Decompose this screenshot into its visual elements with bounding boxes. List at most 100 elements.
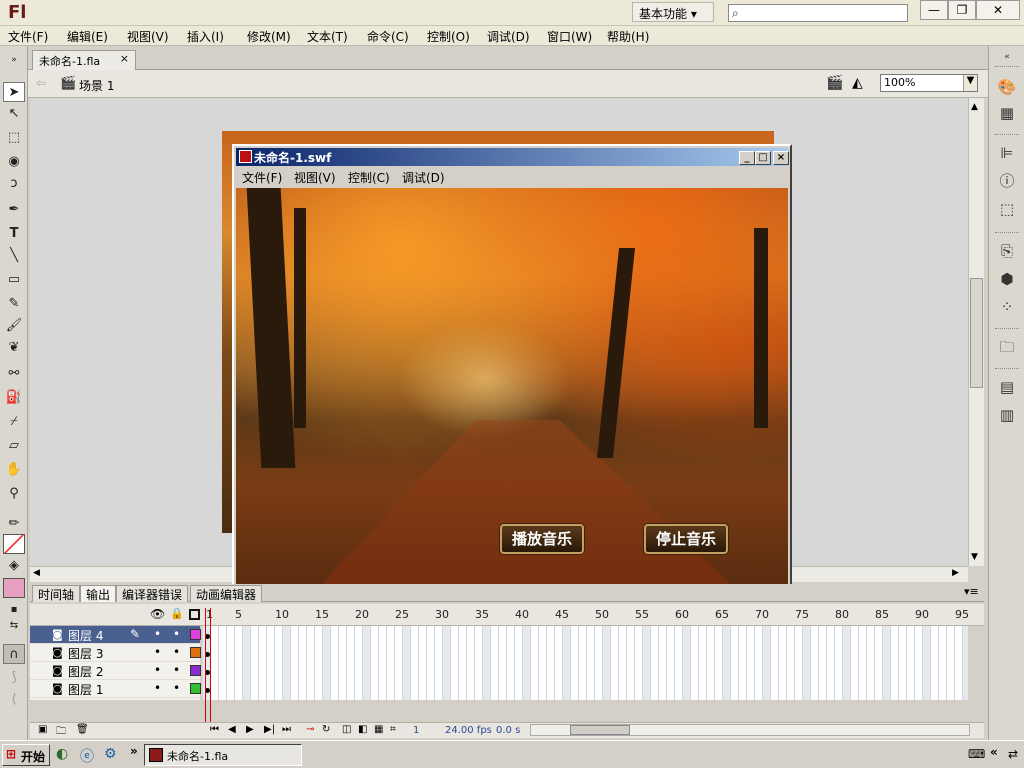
panel-grip-icon[interactable]: »	[3, 50, 25, 70]
play-icon[interactable]: ▶	[246, 724, 254, 735]
loop-icon[interactable]: ↻	[322, 724, 330, 735]
play-music-button[interactable]: 播放音乐	[500, 524, 584, 554]
taskbar-item-flash[interactable]: 未命名-1.fla	[144, 744, 302, 766]
properties-panel-icon[interactable]: ▤	[995, 376, 1019, 398]
swf-minimize-button[interactable]: _	[739, 151, 755, 165]
layer-color-swatch[interactable]	[190, 629, 201, 640]
snap-to-objects-icon[interactable]: ∩	[3, 644, 25, 664]
fill-color-swatch[interactable]	[3, 578, 25, 598]
tab-compiler-errors[interactable]: 编译器错误	[116, 585, 189, 602]
center-frame-icon[interactable]: ⊸	[306, 724, 314, 735]
swatches-panel-icon[interactable]: ▦	[995, 102, 1019, 124]
layer-color-swatch[interactable]	[190, 647, 201, 658]
menu-debug[interactable]: 调试(D)	[487, 28, 530, 45]
deco-tool-icon[interactable]: ❦	[3, 338, 25, 358]
back-arrow-icon[interactable]: ⇦	[36, 76, 46, 90]
first-frame-icon[interactable]: ⏮	[210, 724, 219, 735]
library-panel-icon[interactable]: ▥	[995, 404, 1019, 426]
menu-commands[interactable]: 命令(C)	[367, 28, 409, 45]
lock-icon[interactable]: 🔒	[170, 607, 184, 620]
visibility-dot[interactable]: •	[154, 645, 161, 659]
panel-menu-icon[interactable]: ▾≡	[964, 585, 979, 598]
stop-music-button[interactable]: 停止音乐	[644, 524, 728, 554]
close-icon[interactable]: ×	[120, 52, 129, 65]
align-panel-icon[interactable]: ⊫	[995, 142, 1019, 164]
scroll-down-icon[interactable]: ▼	[971, 552, 978, 562]
subselection-tool-icon[interactable]: ↖	[3, 104, 25, 124]
edit-multiple-frames-icon[interactable]: ▦	[374, 724, 383, 735]
info-panel-icon[interactable]: ⓘ	[995, 170, 1019, 192]
swf-player-window[interactable]: 未命名-1.swf _ □ × 文件(F) 视图(V) 控制(C) 调试(D) …	[232, 144, 792, 590]
new-folder-icon[interactable]: 🗀	[56, 724, 66, 741]
visibility-dot[interactable]: •	[154, 663, 161, 677]
menu-control[interactable]: 控制(O)	[427, 28, 470, 45]
swap-colors-icon[interactable]: ⇆	[3, 616, 25, 636]
menu-file[interactable]: 文件(F)	[8, 28, 48, 45]
zoom-tool-icon[interactable]: ⚲	[3, 484, 25, 504]
scroll-up-icon[interactable]: ▲	[971, 102, 978, 112]
onion-skin-icon[interactable]: ◫	[342, 724, 351, 735]
next-frame-icon[interactable]: ▶|	[264, 724, 275, 735]
project-panel-icon[interactable]: 🗀	[995, 336, 1019, 358]
previous-frame-icon[interactable]: ◀	[228, 724, 236, 735]
text-tool-icon[interactable]: T	[3, 224, 25, 244]
outline-icon[interactable]	[189, 609, 200, 620]
document-tab[interactable]: 未命名-1.fla ×	[32, 50, 136, 70]
color-panel-icon[interactable]: 🎨	[995, 76, 1019, 98]
swf-menu-control[interactable]: 控制(C)	[348, 169, 390, 186]
stroke-color-swatch[interactable]	[3, 534, 25, 554]
motion-presets-icon[interactable]: ⁘	[995, 296, 1019, 318]
edit-symbols-icon[interactable]: ◭	[852, 75, 863, 91]
hand-tool-icon[interactable]: ✋	[3, 460, 25, 480]
layer-color-swatch[interactable]	[190, 683, 201, 694]
help-search-input[interactable]: ⌕	[728, 4, 908, 22]
swf-menu-file[interactable]: 文件(F)	[242, 169, 282, 186]
pen-tool-icon[interactable]: ✒	[3, 200, 25, 220]
workspace-switcher[interactable]: 基本功能 ▾	[632, 2, 714, 22]
layer-row[interactable]: ◙ 图层 4 ✎ • •	[30, 626, 201, 644]
menu-modify[interactable]: 修改(M)	[247, 28, 291, 45]
visibility-dot[interactable]: •	[154, 627, 161, 641]
start-button[interactable]: ⊞ 开始	[2, 744, 50, 766]
menu-view[interactable]: 视图(V)	[127, 28, 169, 45]
lock-dot[interactable]: •	[173, 627, 180, 641]
modify-markers-icon[interactable]: ⌗	[390, 724, 396, 735]
menu-window[interactable]: 窗口(W)	[547, 28, 592, 45]
media-player-icon[interactable]: ◐	[56, 746, 68, 762]
swf-maximize-button[interactable]: □	[755, 151, 771, 165]
vertical-scrollbar[interactable]: ▲ ▼	[968, 98, 984, 566]
browser-icon[interactable]: ⓔ	[80, 746, 94, 766]
menu-text[interactable]: 文本(T)	[307, 28, 348, 45]
code-snippets-icon[interactable]: ⎘	[995, 240, 1019, 262]
zoom-select[interactable]: 100% ▼	[880, 74, 978, 92]
tab-motion-editor[interactable]: 动画编辑器	[190, 585, 263, 602]
layer-row[interactable]: ◙ 图层 3 • •	[30, 644, 201, 662]
last-frame-icon[interactable]: ⏭	[282, 724, 291, 735]
menu-help[interactable]: 帮助(H)	[607, 28, 649, 45]
panel-grip-icon[interactable]: «	[995, 46, 1019, 68]
transform-panel-icon[interactable]: ⬚	[995, 198, 1019, 220]
brush-tool-icon[interactable]: 🖌	[3, 316, 25, 336]
layer-row[interactable]: ◙ 图层 1 • •	[30, 680, 201, 698]
lock-dot[interactable]: •	[173, 663, 180, 677]
tray-expand-icon[interactable]: «	[990, 745, 998, 759]
trash-icon[interactable]: 🗑	[76, 724, 89, 735]
quicklaunch-more-icon[interactable]: »	[130, 744, 138, 758]
layer-row[interactable]: ◙ 图层 2 • •	[30, 662, 201, 680]
free-transform-tool-icon[interactable]: ⬚	[3, 128, 25, 148]
restore-button[interactable]: ❐	[948, 0, 976, 20]
scroll-left-icon[interactable]: ◀	[33, 568, 40, 578]
scroll-thumb[interactable]	[570, 725, 630, 735]
minimize-button[interactable]: —	[920, 0, 948, 20]
selection-tool-icon[interactable]: ➤	[3, 82, 25, 102]
components-icon[interactable]: ⬢	[995, 268, 1019, 290]
edit-scene-icon[interactable]: 🎬	[826, 75, 843, 91]
swf-menu-debug[interactable]: 调试(D)	[402, 169, 445, 186]
lasso-tool-icon[interactable]: ↄ	[3, 174, 25, 194]
stroke-color-icon[interactable]: ✏	[3, 514, 25, 534]
eye-icon[interactable]: 👁	[150, 607, 165, 621]
frame-rate[interactable]: 24.00 fps	[445, 725, 492, 736]
visibility-dot[interactable]: •	[154, 681, 161, 695]
rectangle-tool-icon[interactable]: ▭	[3, 270, 25, 290]
3d-rotation-tool-icon[interactable]: ◉	[3, 152, 25, 172]
